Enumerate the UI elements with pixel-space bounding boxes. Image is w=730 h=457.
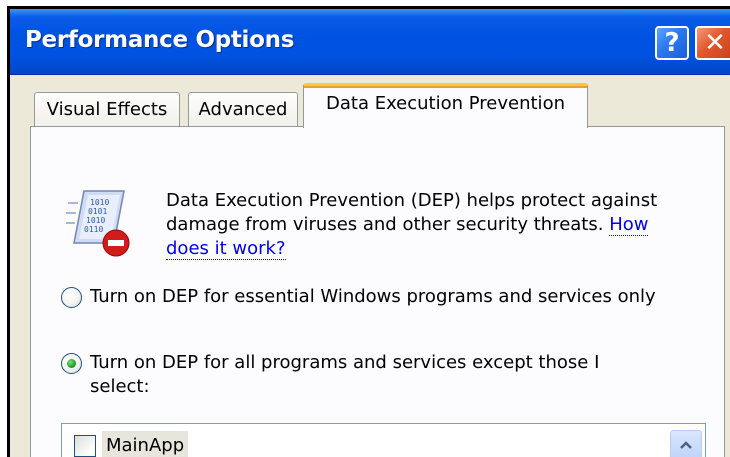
tab-label: Advanced bbox=[198, 99, 288, 120]
description-text: Data Execution Prevention (DEP) helps pr… bbox=[166, 190, 658, 235]
tab-advanced[interactable]: Advanced bbox=[188, 92, 298, 126]
window-title: Performance Options bbox=[25, 27, 295, 53]
close-button[interactable]: ✕ bbox=[695, 26, 730, 60]
exceptions-list[interactable]: MainApp bbox=[61, 423, 706, 457]
dep-description: Data Execution Prevention (DEP) helps pr… bbox=[166, 189, 666, 261]
tab-visual-effects[interactable]: Visual Effects bbox=[34, 92, 180, 126]
checkbox[interactable] bbox=[74, 435, 96, 457]
tab-data-execution-prevention[interactable]: Data Execution Prevention bbox=[303, 83, 588, 128]
help-button[interactable]: ? bbox=[655, 26, 689, 60]
svg-text:0101: 0101 bbox=[88, 207, 107, 216]
tab-label: Data Execution Prevention bbox=[326, 93, 565, 114]
radio-all-programs[interactable]: Turn on DEP for all programs and service… bbox=[61, 351, 661, 399]
dep-shield-icon: 1010 0101 1010 0110 bbox=[66, 190, 130, 257]
svg-text:1010: 1010 bbox=[86, 216, 105, 225]
radio-button[interactable] bbox=[61, 287, 82, 308]
chevron-up-icon bbox=[680, 441, 692, 449]
scroll-up-button[interactable] bbox=[670, 430, 702, 457]
svg-text:0110: 0110 bbox=[84, 225, 103, 234]
radio-label: Turn on DEP for all programs and service… bbox=[90, 352, 600, 397]
radio-label: Turn on DEP for essential Windows progra… bbox=[90, 286, 656, 307]
dep-tab-panel: 1010 0101 1010 0110 Data Execution Preve… bbox=[30, 126, 725, 457]
performance-options-window: Performance Options ? ✕ Visual Effects A… bbox=[7, 6, 730, 457]
tab-label: Visual Effects bbox=[46, 99, 168, 120]
svg-text:1010: 1010 bbox=[90, 198, 109, 207]
title-bar[interactable]: Performance Options ? ✕ bbox=[10, 9, 730, 75]
radio-essential-only[interactable]: Turn on DEP for essential Windows progra… bbox=[61, 285, 661, 309]
radio-button[interactable] bbox=[61, 353, 82, 374]
help-icon: ? bbox=[664, 28, 680, 58]
close-icon: ✕ bbox=[704, 28, 726, 58]
list-item[interactable]: MainApp bbox=[102, 431, 189, 457]
